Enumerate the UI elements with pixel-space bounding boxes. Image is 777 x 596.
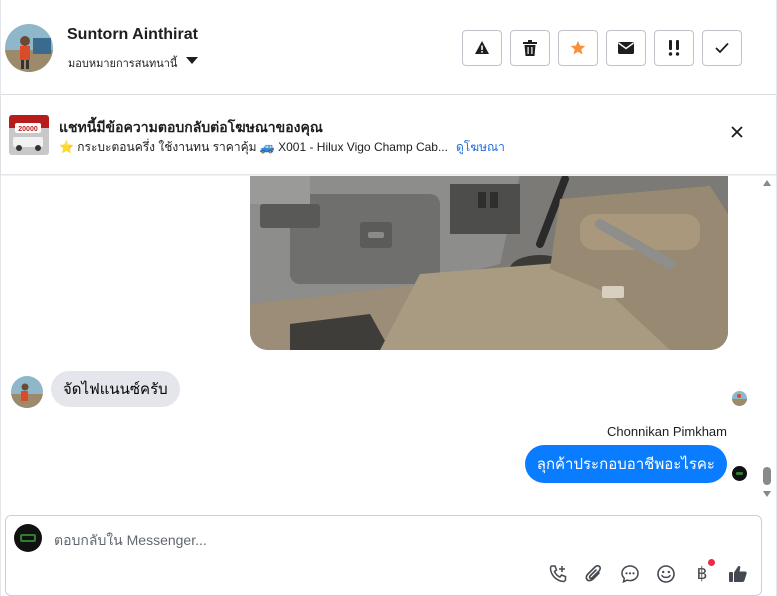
assign-label: มอบหมายการสนทนานี้: [68, 58, 178, 70]
assign-conversation-dropdown[interactable]: มอบหมายการสนทนานี้: [68, 54, 199, 72]
close-icon: [731, 126, 743, 138]
ad-banner-subtitle-row: ⭐ กระบะตอนครึ่ง ใช้งานทน ราคาคุ้ม 🚙 X001…: [59, 138, 505, 157]
message-thread: จัดไฟแนนซ์ครับ Chonnikan Pimkham ลุกค้าป…: [1, 176, 776, 503]
follow-up-button[interactable]: [654, 30, 694, 66]
reply-input[interactable]: [54, 529, 744, 551]
thread-scrollbar[interactable]: [761, 176, 773, 503]
warning-icon: [475, 41, 489, 54]
reply-composer: ฿: [5, 515, 762, 596]
call-add-icon: [549, 565, 567, 583]
check-icon: [715, 42, 729, 54]
header-actions: [462, 30, 742, 66]
emoji-icon: [657, 565, 675, 583]
contact-message-avatar[interactable]: [11, 376, 43, 408]
contact-avatar[interactable]: [5, 24, 53, 72]
star-button[interactable]: [558, 30, 598, 66]
envelope-icon: [618, 42, 634, 54]
close-banner-button[interactable]: [728, 123, 746, 141]
trash-icon: [523, 40, 537, 56]
send-like-button[interactable]: [727, 563, 749, 585]
emoji-button[interactable]: [655, 563, 677, 585]
ad-thumb-price: 20000: [18, 126, 38, 133]
ad-banner-title: แชทนี้มีข้อความตอบกลับต่อโฆษณาของคุณ: [59, 119, 323, 135]
baht-payment-icon: ฿: [696, 564, 708, 584]
view-ad-link[interactable]: ดูโฆษณา: [456, 138, 505, 157]
payment-button[interactable]: ฿: [691, 559, 715, 585]
mark-spam-button[interactable]: [462, 30, 502, 66]
caret-down-icon: [186, 56, 199, 64]
outgoing-message-bubble[interactable]: ลุกค้าประกอบอาชีพอะไรคะ: [524, 445, 727, 483]
mark-done-button[interactable]: [702, 30, 742, 66]
composer-toolbar: ฿: [547, 559, 749, 585]
incoming-message-bubble[interactable]: จัดไฟแนนซ์ครับ: [51, 371, 180, 407]
notification-dot: [708, 559, 715, 566]
delete-button[interactable]: [510, 30, 550, 66]
follow-up-icon: [668, 40, 680, 56]
like-icon: [729, 565, 747, 582]
scroll-up-arrow-icon[interactable]: [763, 180, 771, 186]
saved-reply-icon: [621, 565, 639, 584]
call-add-button[interactable]: [547, 563, 569, 585]
attach-file-button[interactable]: [583, 563, 605, 585]
shared-photo-message[interactable]: [250, 176, 728, 350]
page-avatar: [14, 524, 42, 552]
inbox-chat-panel: Suntorn Ainthirat มอบหมายการสนทนานี้ 200…: [0, 0, 777, 596]
ad-thumbnail[interactable]: 20000: [9, 115, 49, 155]
outgoing-sender-name: Chonnikan Pimkham: [607, 424, 727, 439]
scroll-down-arrow-icon[interactable]: [763, 491, 771, 497]
scroll-thumb[interactable]: [763, 467, 771, 485]
chat-header: Suntorn Ainthirat มอบหมายการสนทนานี้: [1, 0, 776, 95]
contact-name[interactable]: Suntorn Ainthirat: [67, 26, 198, 44]
saved-reply-button[interactable]: [619, 563, 641, 585]
mark-unread-button[interactable]: [606, 30, 646, 66]
star-icon: [570, 40, 586, 55]
attach-icon: [585, 565, 601, 582]
ad-reply-banner: 20000 แชทนี้มีข้อความตอบกลับต่อโฆษณาของค…: [1, 96, 776, 175]
read-receipt-avatar: [732, 391, 747, 406]
page-seen-avatar: [732, 466, 747, 481]
ad-banner-subtitle: ⭐ กระบะตอนครึ่ง ใช้งานทน ราคาคุ้ม 🚙 X001…: [59, 140, 448, 154]
